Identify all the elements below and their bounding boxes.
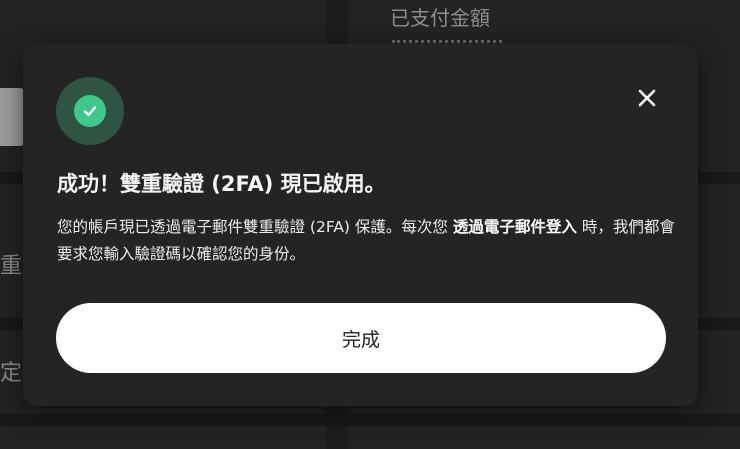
background-button (0, 88, 24, 146)
close-icon (638, 89, 656, 107)
success-badge (56, 77, 124, 145)
dialog-message-text: 您的帳戶現已透過電子郵件雙重驗證 (2FA) 保護。每次您 (57, 218, 448, 236)
close-button[interactable] (629, 80, 665, 116)
dialog-message: 您的帳戶現已透過電子郵件雙重驗證 (2FA) 保護。每次您 透過電子郵件登入 時… (57, 214, 677, 268)
dialog-message-emphasis: 透過電子郵件登入 (452, 218, 577, 236)
background-divider (0, 414, 740, 426)
check-circle-icon (74, 95, 106, 127)
two-factor-success-dialog: 成功！雙重驗證 (2FA) 現已啟用。 您的帳戶現已透過電子郵件雙重驗證 (2F… (23, 44, 698, 406)
dialog-title: 成功！雙重驗證 (2FA) 現已啟用。 (57, 172, 386, 196)
done-button[interactable]: 完成 (56, 303, 666, 373)
background-text-fragment: 定 (0, 361, 22, 386)
background-text-fragment: 重 (0, 254, 22, 279)
paid-amount-label: 已支付金額 (390, 6, 490, 30)
